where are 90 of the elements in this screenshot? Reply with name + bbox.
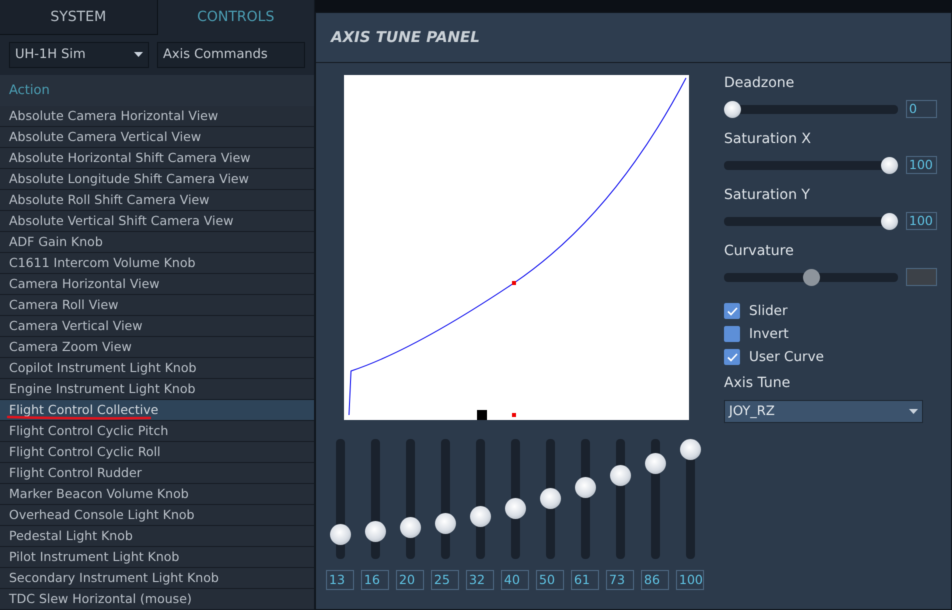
slider-thumb[interactable] — [574, 477, 596, 498]
horizontal-slider[interactable] — [724, 156, 898, 174]
checkmark-icon — [726, 306, 738, 316]
checkbox[interactable] — [724, 303, 740, 319]
checkbox-label: User Curve — [749, 348, 824, 367]
point-value-field[interactable]: 73 — [606, 570, 634, 590]
slider-label: Deadzone — [724, 74, 796, 93]
column-header: Action — [9, 82, 50, 100]
action-row[interactable]: Pilot Instrument Light Knob — [0, 547, 314, 568]
action-row[interactable]: Flight Control Collective — [0, 400, 314, 421]
action-row[interactable]: C1611 Intercom Volume Knob — [0, 253, 314, 274]
slider-thumb[interactable] — [434, 512, 456, 534]
caret-icon — [909, 409, 918, 414]
value-field[interactable]: 100 — [906, 212, 937, 230]
slider-thumb[interactable] — [504, 498, 526, 519]
action-row[interactable]: Flight Control Cyclic Roll — [0, 442, 314, 463]
slider-thumb[interactable] — [881, 156, 898, 174]
value-field[interactable] — [906, 268, 937, 286]
tab[interactable]: CONTROLS — [158, 0, 314, 36]
slider-thumb[interactable] — [881, 212, 898, 230]
action-row[interactable]: Camera Zoom View — [0, 337, 314, 358]
slider-label: Curvature — [724, 242, 795, 261]
action-row[interactable]: ADF Gain Knob — [0, 232, 314, 253]
vertical-slider[interactable] — [680, 438, 700, 560]
horizontal-slider[interactable] — [724, 212, 898, 230]
checkbox[interactable] — [724, 349, 740, 365]
tab[interactable]: SYSTEM — [0, 0, 158, 36]
value-field[interactable]: 100 — [906, 156, 937, 174]
checkbox-label: Slider — [749, 302, 788, 321]
value-field[interactable]: 0 — [906, 100, 937, 118]
panel-title: AXIS TUNE PANEL — [331, 27, 480, 48]
axis-tune-dropdown[interactable]: JOY_RZ — [724, 400, 923, 423]
checkbox-label: Invert — [749, 324, 789, 344]
point-value-field[interactable]: 86 — [641, 570, 669, 590]
action-row[interactable]: Engine Instrument Light Knob — [0, 379, 314, 400]
slider-thumb[interactable] — [540, 488, 560, 509]
slider-thumb[interactable] — [470, 506, 490, 527]
point-value-field[interactable]: 13 — [326, 570, 354, 590]
caret-icon — [134, 52, 143, 58]
point-value-field[interactable]: 61 — [571, 570, 599, 590]
action-row[interactable]: Absolute Longitude Shift Camera View — [0, 169, 314, 190]
slider-thumb[interactable] — [364, 521, 386, 542]
action-row[interactable]: Secondary Instrument Light Knob — [0, 568, 314, 589]
action-row[interactable]: Flight Control Rudder — [0, 463, 314, 484]
point-value-field[interactable]: 50 — [536, 570, 564, 590]
action-row[interactable]: Marker Beacon Volume Knob — [0, 484, 314, 505]
action-row[interactable]: Copilot Instrument Light Knob — [0, 358, 314, 379]
action-row[interactable]: Pedestal Light Knob — [0, 526, 314, 547]
horizontal-slider[interactable] — [724, 100, 898, 118]
slider-label: Saturation Y — [724, 186, 811, 205]
vertical-slider[interactable] — [504, 438, 526, 560]
vertical-slider[interactable] — [610, 438, 630, 560]
action-row[interactable]: TDC Slew Horizontal (mouse) — [0, 589, 314, 610]
axis-tune-label: Axis Tune — [724, 374, 792, 393]
slider-label: Saturation X — [724, 130, 812, 149]
action-row[interactable]: Absolute Vertical Shift Camera View — [0, 211, 314, 232]
action-row[interactable]: Overhead Console Light Knob — [0, 505, 314, 526]
action-row[interactable]: Camera Roll View — [0, 295, 314, 316]
vertical-slider[interactable] — [400, 438, 420, 560]
point-value-field[interactable]: 25 — [431, 570, 459, 590]
slider-thumb[interactable] — [644, 452, 666, 474]
point-value-field[interactable]: 100 — [676, 570, 704, 590]
slider-thumb[interactable] — [330, 524, 350, 546]
action-row[interactable]: Absolute Roll Shift Camera View — [0, 190, 314, 211]
checkbox[interactable] — [724, 326, 740, 342]
point-value-field[interactable]: 40 — [501, 570, 529, 590]
action-row[interactable]: Camera Horizontal View — [0, 274, 314, 295]
point-value-field[interactable]: 32 — [466, 570, 494, 590]
vertical-slider[interactable] — [434, 438, 456, 560]
point-value-field[interactable]: 20 — [396, 570, 424, 590]
vertical-slider[interactable] — [364, 438, 386, 560]
action-row[interactable]: Absolute Camera Vertical View — [0, 127, 314, 148]
vertical-slider[interactable] — [540, 438, 560, 560]
slider-thumb[interactable] — [610, 465, 630, 486]
action-row[interactable]: Absolute Camera Horizontal View — [0, 106, 314, 127]
checkmark-icon — [726, 352, 738, 362]
vertical-slider[interactable] — [330, 438, 350, 560]
aircraft-dropdown[interactable]: UH-1H Sim — [9, 42, 149, 68]
action-row[interactable]: Camera Vertical View — [0, 316, 314, 337]
action-row[interactable]: Flight Control Cyclic Pitch — [0, 421, 314, 442]
point-value-field[interactable]: 16 — [361, 570, 389, 590]
category-dropdown[interactable]: Axis Commands — [157, 42, 305, 68]
horizontal-slider[interactable] — [724, 268, 898, 286]
action-row[interactable]: Absolute Horizontal Shift Camera View — [0, 148, 314, 169]
slider-thumb[interactable] — [724, 100, 741, 118]
slider-thumb[interactable] — [400, 517, 420, 538]
vertical-slider[interactable] — [470, 438, 490, 560]
slider-thumb[interactable] — [680, 439, 700, 460]
vertical-slider[interactable] — [644, 438, 666, 560]
vertical-slider[interactable] — [574, 438, 596, 560]
